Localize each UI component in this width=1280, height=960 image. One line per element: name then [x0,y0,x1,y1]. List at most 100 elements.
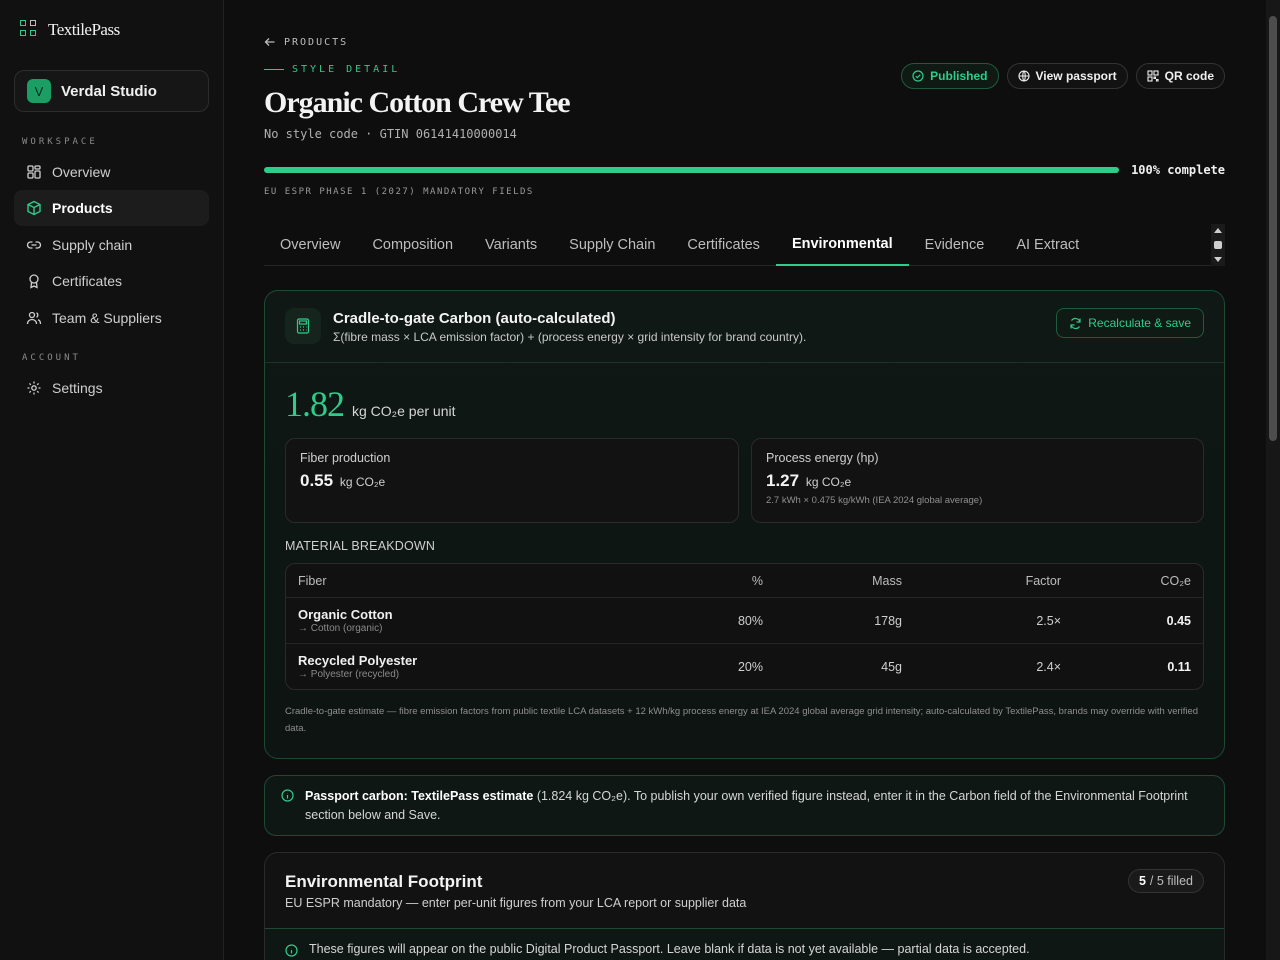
tab-bar: Overview Composition Variants Supply Cha… [264,224,1225,266]
espr-label: EU ESPR PHASE 1 (2027) MANDATORY FIELDS [264,187,534,197]
tab-ai-extract[interactable]: AI Extract [1000,224,1095,266]
kicker-label: STYLE DETAIL [292,64,401,75]
qr-code-button[interactable]: QR code [1135,63,1225,89]
info-icon [285,944,298,957]
published-label: Published [930,69,988,83]
view-passport-button[interactable]: View passport [1006,63,1128,89]
published-status-button[interactable]: Published [901,63,999,89]
sidebar-item-supply-chain[interactable]: Supply chain [14,227,209,263]
filled-count: 5 [1138,874,1146,888]
tab-evidence[interactable]: Evidence [909,224,1001,266]
column-co2e: CO₂e [1160,573,1191,588]
total-carbon: 1.82 kg CO₂e per unit [285,383,455,425]
tab-composition[interactable]: Composition [356,224,469,266]
fiber-name: Organic Cotton [298,607,393,622]
total-carbon-unit: kg CO₂e per unit [352,403,456,419]
total-carbon-value: 1.82 [285,384,345,424]
tab-supply-chain[interactable]: Supply Chain [553,224,671,266]
footprint-title: Environmental Footprint [285,872,483,891]
sidebar-item-settings[interactable]: Settings [14,370,209,406]
fiber-production-label: Fiber production [300,451,391,465]
column-mass: Mass [872,573,902,588]
scroll-up-icon[interactable] [1214,227,1222,233]
workspace-switcher[interactable]: V Verdal Studio [14,70,209,112]
table-header-row: Fiber % Mass Factor CO₂e [286,564,1203,597]
fiber-production-unit: kg CO₂e [339,475,386,489]
main-content: PRODUCTS STYLE DETAIL Organic Cotton Cre… [264,0,1225,960]
gear-icon [27,381,41,395]
page-scrollbar[interactable] [1266,0,1280,960]
qr-code-label: QR code [1164,69,1214,83]
column-factor: Factor [1025,573,1061,588]
process-energy-note: 2.7 kWh × 0.475 kg/kWh (IEA 2024 global … [766,495,983,506]
logo-icon [20,20,40,40]
footprint-subtitle: EU ESPR mandatory — enter per-unit figur… [285,896,747,910]
calculator-icon [285,308,321,344]
environmental-footprint-card: Environmental Footprint EU ESPR mandator… [264,852,1225,960]
column-fiber: Fiber [298,573,327,588]
carbon-card-header: Cradle-to-gate Carbon (auto-calculated) … [265,291,1224,363]
process-energy-label: Process energy (hp) [766,451,879,465]
scroll-down-icon[interactable] [1214,257,1222,263]
page-scroll-thumb[interactable] [1269,16,1277,441]
progress-fill [264,167,1119,173]
scroll-thumb[interactable] [1214,241,1222,249]
footprint-info-note: These figures will appear on the public … [265,928,1224,960]
percent-cell: 80% [737,613,763,628]
co2e-cell: 0.11 [1167,659,1191,674]
fiber-mapping: → Polyester (recycled) [298,669,400,680]
material-breakdown-table: Fiber % Mass Factor CO₂e Organic Cotton … [285,563,1204,690]
column-percent: % [751,573,763,588]
grid-icon [27,165,41,179]
sidebar-item-products[interactable]: Products [14,190,209,226]
filled-label: / 5 filled [1149,874,1193,888]
filled-count-badge: 5 / 5 filled [1127,869,1204,893]
factor-cell: 2.5× [1036,613,1061,628]
sidebar-item-certificates[interactable]: Certificates [14,263,209,299]
fiber-production-value: 0.55 kg CO₂e [300,471,724,491]
tab-certificates[interactable]: Certificates [671,224,776,266]
process-energy-unit: kg CO₂e [805,475,852,489]
process-energy-value: 1.27 kg CO₂e [766,471,1189,491]
carbon-formula: Σ(fibre mass × LCA emission factor) + (p… [333,330,807,344]
header-actions: Published View passport QR code [901,63,1225,89]
co2e-cell: 0.45 [1166,613,1191,628]
brand[interactable]: TextilePass [20,20,120,40]
passport-carbon-banner: Passport carbon: TextilePass estimate (1… [264,775,1225,836]
tab-environmental[interactable]: Environmental [775,224,909,266]
carbon-card-title: Cradle-to-gate Carbon (auto-calculated) [333,310,616,327]
fiber-mapping: → Cotton (organic) [298,623,383,634]
sidebar: TextilePass V Verdal Studio WORKSPACE Ov… [0,0,224,960]
refresh-icon [1070,317,1081,329]
sidebar-item-label: Team & Suppliers [52,310,162,326]
sidebar-item-overview[interactable]: Overview [14,154,209,190]
mass-cell: 45g [881,659,902,674]
sidebar-item-label: Supply chain [52,237,133,253]
brand-name: TextilePass [48,20,120,39]
banner-bold-text: Passport carbon: TextilePass estimate [305,789,534,803]
qr-code-icon [1147,70,1159,82]
tab-scrollbar[interactable] [1211,224,1225,266]
arrow-left-icon [264,38,275,46]
sidebar-item-team-suppliers[interactable]: Team & Suppliers [14,300,209,336]
info-icon [281,789,294,802]
back-link[interactable]: PRODUCTS [264,36,348,48]
tab-overview[interactable]: Overview [264,224,356,266]
table-row: Organic Cotton → Cotton (organic) 80% 17… [286,597,1203,643]
workspace-avatar: V [27,79,51,103]
material-breakdown-title: MATERIAL BREAKDOWN [285,539,436,553]
style-identifiers: No style code · GTIN 06141410000014 [264,127,517,141]
sidebar-item-label: Settings [52,380,103,396]
percent-cell: 20% [737,659,763,674]
footprint-note-text: These figures will appear on the public … [309,942,1030,956]
carbon-footnote: Cradle-to-gate estimate — fibre emission… [285,706,1199,734]
box-icon [27,200,41,216]
check-circle-icon [912,70,924,82]
tab-variants[interactable]: Variants [469,224,553,266]
link-icon [26,241,42,249]
recalculate-save-button[interactable]: Recalculate & save [1056,308,1204,338]
fiber-name: Recycled Polyester [298,653,418,668]
process-energy-number: 1.27 [766,471,800,490]
table-row: Recycled Polyester → Polyester (recycled… [286,643,1203,689]
view-passport-label: View passport [1035,69,1117,83]
